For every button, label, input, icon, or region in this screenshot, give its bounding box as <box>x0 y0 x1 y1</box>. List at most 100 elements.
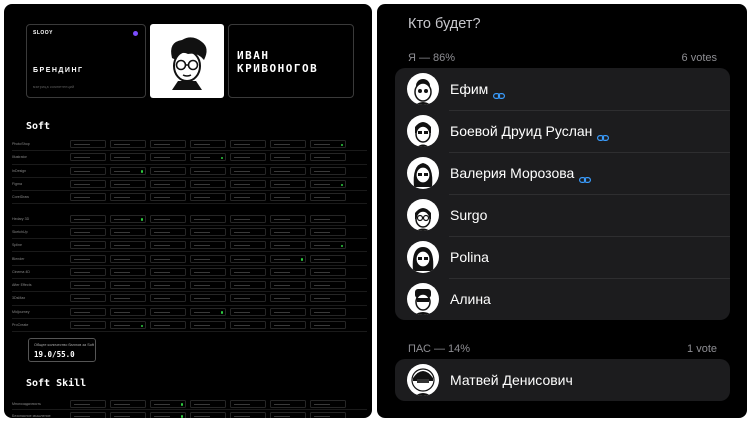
selected-dot-icon <box>180 403 183 406</box>
portfolio-panel: SLOOY БРЕНДИНГ матрица компетенций ИВАН … <box>4 4 372 418</box>
matrix-cell <box>70 193 106 202</box>
matrix-cell <box>310 180 346 189</box>
voters-list-yes: Ефим Боевой Друид Руслан Валерия Морозова S… <box>395 68 730 320</box>
matrix-cell <box>110 140 146 149</box>
matrix-cell <box>150 166 186 175</box>
poll-results-panel: Кто будет? Я — 86% 6 votes Ефим Боевой Др… <box>377 4 747 418</box>
matrix-cell <box>230 411 266 418</box>
matrix-row: Figma <box>12 178 367 192</box>
matrix-cell <box>150 180 186 189</box>
voter-row[interactable]: Surgo <box>395 194 730 236</box>
matrix-cell <box>190 241 226 250</box>
matrix-cell <box>190 153 226 162</box>
matrix-cell <box>110 267 146 276</box>
matrix-cell <box>150 294 186 303</box>
matrix-row-label: InDesign <box>12 168 27 173</box>
matrix-row: Многозадачность <box>12 398 367 410</box>
brand-subtitle: матрица компетенций <box>33 85 75 89</box>
matrix-row: Midjourney <box>12 306 367 319</box>
matrix-cell <box>230 193 266 202</box>
matrix-cell <box>190 294 226 303</box>
poll-question: Кто будет? <box>408 16 481 32</box>
matrix-row: 3DsMax <box>12 292 367 306</box>
matrix-cell <box>150 399 186 408</box>
voter-row[interactable]: Матвей Денисович <box>395 359 730 401</box>
selected-dot-icon <box>220 156 223 160</box>
avatar <box>407 115 439 147</box>
matrix-cell <box>270 411 306 418</box>
matrix-cell <box>70 241 106 250</box>
matrix-cell <box>150 214 186 223</box>
matrix-cell <box>70 411 106 418</box>
matrix-row-label: Midjourney <box>12 309 30 314</box>
soft-section-title: Soft <box>26 121 51 132</box>
soft-score-box: Общее количество баллов за Soft 19.0/55.… <box>28 338 96 362</box>
matrix-row: ProCreate <box>12 319 367 333</box>
link-icon <box>493 86 506 100</box>
voter-name: Ефим <box>450 81 489 97</box>
softskill-matrix: Многозадачность Безопасное мышление <box>12 398 367 418</box>
avatar <box>407 241 439 273</box>
matrix-cell <box>310 411 346 418</box>
matrix-cell <box>270 307 306 316</box>
matrix-cell <box>190 281 226 290</box>
matrix-cell <box>230 214 266 223</box>
matrix-row: Spline <box>12 239 367 253</box>
matrix-cell <box>150 153 186 162</box>
matrix-cell <box>310 307 346 316</box>
selected-dot-icon <box>340 143 343 147</box>
matrix-cell <box>270 267 306 276</box>
matrix-cell <box>270 180 306 189</box>
matrix-cell <box>270 399 306 408</box>
matrix-cell <box>270 214 306 223</box>
voter-row[interactable]: Валерия Морозова <box>395 152 730 194</box>
matrix-cell <box>190 227 226 236</box>
matrix-cell <box>150 140 186 149</box>
matrix-cell <box>150 281 186 290</box>
matrix-row: Blender <box>12 252 367 266</box>
matrix-cell <box>110 193 146 202</box>
matrix-row: Hedary 3D <box>12 212 367 226</box>
voter-row[interactable]: Боевой Друид Руслан <box>395 110 730 152</box>
matrix-cell <box>310 241 346 250</box>
voter-name: Surgo <box>450 207 488 223</box>
voter-name: Боевой Друид Руслан <box>450 123 593 139</box>
matrix-row: SketchUp <box>12 226 367 240</box>
soft-matrix: PhotoShop Illustrator InDesign Figma CorelDr… <box>12 138 367 333</box>
voter-row[interactable]: Ефим <box>395 68 730 110</box>
matrix-cell <box>270 241 306 250</box>
matrix-row: CorelDraw <box>12 191 367 205</box>
matrix-cell <box>230 294 266 303</box>
matrix-cell <box>110 411 146 418</box>
score-value: 19.0/55.0 <box>34 350 75 359</box>
matrix-cell <box>230 307 266 316</box>
matrix-cell <box>110 399 146 408</box>
voter-name-container: Валерия Морозова <box>450 165 592 184</box>
matrix-row: InDesign <box>12 165 367 178</box>
voter-row[interactable]: Polina <box>395 236 730 278</box>
matrix-cell <box>190 166 226 175</box>
selected-dot-icon <box>220 311 223 314</box>
portrait-avatar <box>150 24 224 98</box>
matrix-cell <box>310 281 346 290</box>
voter-name-container: Боевой Друид Руслан <box>450 123 610 142</box>
voter-name-container: Ефим <box>450 81 506 100</box>
voter-row[interactable]: Алина <box>395 278 730 320</box>
matrix-row-label: PhotoShop <box>12 142 30 147</box>
matrix-cell <box>310 140 346 149</box>
matrix-row-label: Многозадачность <box>12 401 42 406</box>
matrix-row-label: After Effects <box>12 283 32 288</box>
matrix-cell <box>70 140 106 149</box>
matrix-row: Cinema 4D <box>12 266 367 279</box>
option-header-pass: ПАС — 14% 1 vote <box>408 343 717 355</box>
matrix-cell <box>110 281 146 290</box>
matrix-row-label: Blender <box>12 256 25 261</box>
matrix-cell <box>270 193 306 202</box>
matrix-cell <box>70 321 106 329</box>
option-votes: 6 votes <box>681 52 717 64</box>
matrix-cell <box>150 307 186 316</box>
matrix-cell <box>150 267 186 276</box>
matrix-cell <box>150 411 186 418</box>
selected-dot-icon <box>140 218 143 221</box>
matrix-cell <box>70 180 106 189</box>
